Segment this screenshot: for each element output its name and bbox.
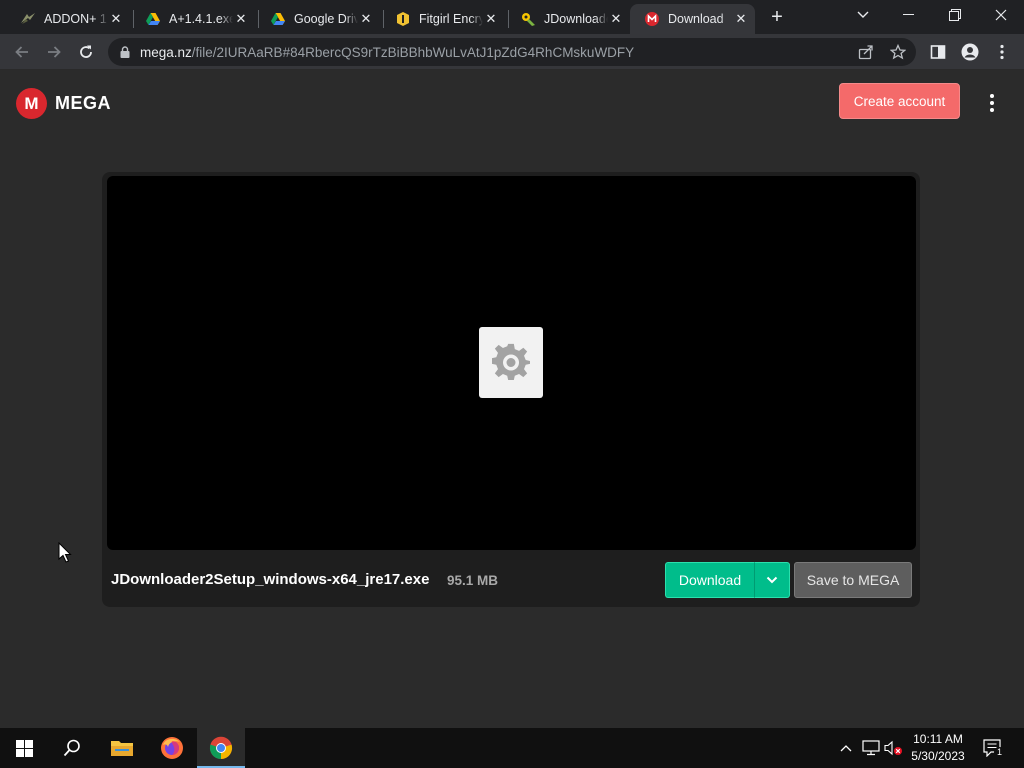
fitgirl-icon [395,11,411,27]
url-text[interactable]: mega.nz/file/2IURAaRB#84RbercQS9rTzBiBBh… [140,45,634,60]
address-bar[interactable]: mega.nz/file/2IURAaRB#84RbercQS9rTzBiBBh… [108,38,916,66]
show-hidden-icons-chevron-icon[interactable] [836,738,856,758]
browser-tab-strip: ADDON+ 1 ✕ A+1.4.1.exe ✕ Google Drive ✕ … [0,0,1024,34]
close-icon[interactable]: ✕ [608,11,624,27]
clock-date: 5/30/2023 [911,749,965,763]
tab-google-drive[interactable]: Google Drive ✕ [256,4,380,34]
chrome-icon[interactable] [197,728,245,768]
forward-icon[interactable] [40,38,68,66]
save-to-mega-button[interactable]: Save to MEGA [794,562,912,598]
firefox-icon[interactable] [148,728,196,768]
search-icon[interactable] [48,728,96,768]
download-button[interactable]: Download [665,562,754,598]
chevron-down-icon [766,571,778,589]
taskbar-clock[interactable]: 10:11 AM 5/30/2023 [906,731,970,765]
windows-taskbar: 10:11 AM 5/30/2023 1 [0,728,1024,768]
share-icon[interactable] [852,38,880,66]
notifications-icon[interactable]: 1 [982,738,1005,758]
file-name: JDownloader2Setup_windows-x64_jre17.exe [111,571,430,588]
notification-badge: 1 [994,747,1005,758]
close-icon[interactable]: ✕ [233,11,249,27]
file-explorer-icon[interactable] [98,728,146,768]
close-icon[interactable]: ✕ [733,11,749,27]
tab-addon[interactable]: ADDON+ 1 ✕ [6,4,130,34]
tab-a-exe[interactable]: A+1.4.1.exe ✕ [131,4,255,34]
tab-search-chevron-icon[interactable] [840,0,886,30]
lock-icon[interactable] [120,46,130,58]
download-options-button[interactable] [754,562,790,598]
google-drive-icon [145,11,161,27]
mouse-cursor-icon [58,541,72,569]
profile-icon[interactable] [956,38,984,66]
tab-title: Fitgirl Encry [419,12,483,26]
tab-fitgirl[interactable]: Fitgirl Encry ✕ [381,4,505,34]
browser-toolbar: mega.nz/file/2IURAaRB#84RbercQS9rTzBiBBh… [0,34,1024,70]
addon-icon [20,11,36,27]
create-account-button[interactable]: Create account [839,83,960,119]
windows-start-icon[interactable] [0,728,48,768]
mega-page: M MEGA Create account JDownloader2Setup_… [0,70,1024,728]
minimize-icon[interactable] [886,0,932,30]
close-icon[interactable]: ✕ [108,11,124,27]
tab-title: JDownloader [544,12,608,26]
mega-logo-text: MEGA [55,93,111,113]
tab-title: A+1.4.1.exe [169,12,233,26]
executable-file-icon [479,327,543,398]
jdownloader-icon [520,11,536,27]
file-size: 95.1 MB [447,573,499,588]
preview-area [107,176,916,550]
volume-muted-icon[interactable] [884,738,904,758]
tab-title: Download [668,12,724,26]
google-drive-icon [270,11,286,27]
mega-logo[interactable]: M MEGA [16,88,111,119]
close-window-icon[interactable] [978,0,1024,30]
file-info-bar: JDownloader2Setup_windows-x64_jre17.exe … [102,552,920,607]
back-icon[interactable] [8,38,36,66]
mega-icon [644,11,660,27]
reload-icon[interactable] [72,38,100,66]
browser-menu-icon[interactable] [988,38,1016,66]
url-path: /file/2IURAaRB#84RbercQS9rTzBiBBhbWuLvAt… [191,44,635,60]
bookmark-star-icon[interactable] [884,38,912,66]
new-tab-button[interactable]: + [766,7,788,29]
more-options-icon[interactable] [982,90,1002,116]
tab-title: ADDON+ 1 [44,12,107,26]
mega-logo-icon: M [16,88,47,119]
tab-download[interactable]: Download ✕ [630,4,755,34]
tab-jdownloader[interactable]: JDownloader ✕ [506,4,630,34]
close-icon[interactable]: ✕ [358,11,374,27]
file-preview-card: JDownloader2Setup_windows-x64_jre17.exe … [102,172,920,607]
close-icon[interactable]: ✕ [483,11,499,27]
tab-title: Google Drive [294,12,358,26]
url-host: mega.nz [140,44,192,60]
restore-icon[interactable] [932,0,978,30]
clock-time: 10:11 AM [913,732,963,746]
network-icon[interactable] [861,738,881,758]
side-panel-icon[interactable] [924,38,952,66]
